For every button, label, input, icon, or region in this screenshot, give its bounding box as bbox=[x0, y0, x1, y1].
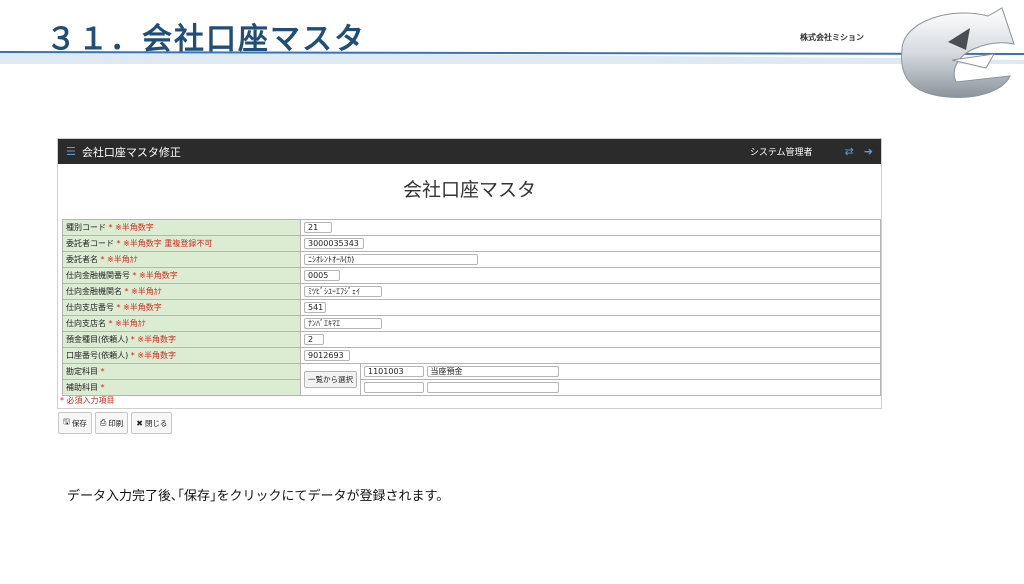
swap-icon[interactable]: ⇄ bbox=[845, 145, 854, 158]
field-label: 仕向支店名 * ※半角ｶﾅ bbox=[62, 315, 301, 332]
close-button[interactable]: ✖ 閉じる bbox=[131, 412, 173, 434]
sub-account-name-input[interactable] bbox=[426, 382, 559, 393]
form-row: 種別コード * ※半角数字 21 bbox=[62, 219, 881, 236]
form-row: 委託者名 * ※半角ｶﾅ ﾆｼｵﾚﾝﾄｵｰﾙ(ｶ) bbox=[62, 251, 881, 268]
select-from-list-button[interactable]: 一覧から選択 bbox=[304, 371, 357, 388]
form-row: 仕向金融機関番号 * ※半角数字 0005 bbox=[62, 267, 881, 284]
field-label: 仕向金融機関名 * ※半角ｶﾅ bbox=[62, 283, 301, 300]
user-name: システム管理者 bbox=[749, 148, 813, 158]
branch-code-input[interactable]: 541 bbox=[304, 302, 326, 313]
account-number-input[interactable]: 9012693 bbox=[304, 350, 350, 361]
close-icon: ✖ bbox=[136, 418, 143, 428]
form-row: 口座番号(依頼人) * ※半角数字 9012693 bbox=[62, 347, 881, 364]
company-logo bbox=[901, 7, 1015, 99]
account-code-input[interactable]: 1101003 bbox=[364, 366, 424, 377]
save-button[interactable]: 🖫 保存 bbox=[58, 412, 92, 434]
account-name-input[interactable]: 当座預金 bbox=[426, 366, 559, 377]
sub-account-code-input[interactable] bbox=[364, 382, 424, 393]
field-label: 仕向金融機関番号 * ※半角数字 bbox=[62, 267, 301, 284]
print-icon: ⎙ bbox=[99, 418, 107, 427]
field-label: 委託者コード * ※半角数字 重複登録不可 bbox=[62, 235, 301, 252]
field-label: 補助科目 * bbox=[62, 379, 301, 396]
bank-code-input[interactable]: 0005 bbox=[304, 270, 340, 281]
field-label: 預金種目(依頼人) * ※半角数字 bbox=[62, 331, 301, 348]
bank-name-input[interactable]: ﾐﾂﾋﾞｼﾕｰｴﾌｼﾞｪｲ bbox=[304, 286, 382, 297]
consignor-name-input[interactable]: ﾆｼｵﾚﾝﾄｵｰﾙ(ｶ) bbox=[304, 254, 478, 265]
field-label: 仕向支店番号 * ※半角数字 bbox=[62, 299, 301, 316]
logout-icon[interactable]: ➜ bbox=[864, 145, 873, 158]
required-note: * 必須入力項目 bbox=[60, 396, 115, 405]
save-icon: 🖫 bbox=[63, 417, 70, 426]
field-label: 委託者名 * ※半角ｶﾅ bbox=[62, 251, 301, 268]
type-code-input[interactable]: 21 bbox=[304, 222, 332, 233]
window-title: 会社口座マスタ修正 bbox=[81, 145, 181, 159]
form-row: 委託者コード * ※半角数字 重複登録不可 3000035343 bbox=[62, 235, 881, 252]
branch-name-input[interactable]: ﾅﾝﾊﾞｴｷﾏｴ bbox=[304, 318, 382, 329]
form-row: 預金種目(依頼人) * ※半角数字 2 bbox=[62, 331, 881, 348]
app-topbar: ☰ 会社口座マスタ修正 システム管理者 ⇄ ➜ bbox=[58, 139, 881, 164]
form-row: 仕向金融機関名 * ※半角ｶﾅ ﾐﾂﾋﾞｼﾕｰｴﾌｼﾞｪｲ bbox=[62, 283, 881, 300]
action-buttons: 🖫 保存 ⎙ 印刷 ✖ 閉じる bbox=[58, 412, 173, 434]
field-label: 勘定科目 * bbox=[62, 363, 301, 380]
field-label: 口座番号(依頼人) * ※半角数字 bbox=[62, 347, 301, 364]
menu-icon[interactable]: ☰ bbox=[66, 145, 76, 158]
header-decoration bbox=[0, 51, 1024, 64]
form-row: 補助科目 * bbox=[62, 379, 881, 396]
form-row: 仕向支店名 * ※半角ｶﾅ ﾅﾝﾊﾞｴｷﾏｴ bbox=[62, 315, 881, 332]
form-table: 種別コード * ※半角数字 21 委託者コード * ※半角数字 重複登録不可 3… bbox=[62, 219, 881, 396]
form-row: 仕向支店番号 * ※半角数字 541 bbox=[62, 299, 881, 316]
print-button[interactable]: ⎙ 印刷 bbox=[94, 412, 129, 434]
app-window: ☰ 会社口座マスタ修正 システム管理者 ⇄ ➜ 会社口座マスタ 種別コード * … bbox=[57, 138, 882, 409]
deposit-type-input[interactable]: 2 bbox=[304, 334, 324, 345]
consignor-code-input[interactable]: 3000035343 bbox=[304, 238, 364, 249]
field-label: 種別コード * ※半角数字 bbox=[62, 219, 301, 236]
company-name: 株式会社ミション bbox=[800, 33, 864, 42]
form-row: 勘定科目 * 一覧から選択 1101003 当座預金 bbox=[62, 363, 881, 396]
slide-caption: データ入力完了後､｢保存｣をクリックにてデータが登録されます。 bbox=[67, 489, 450, 504]
form-title: 会社口座マスタ bbox=[402, 179, 536, 201]
